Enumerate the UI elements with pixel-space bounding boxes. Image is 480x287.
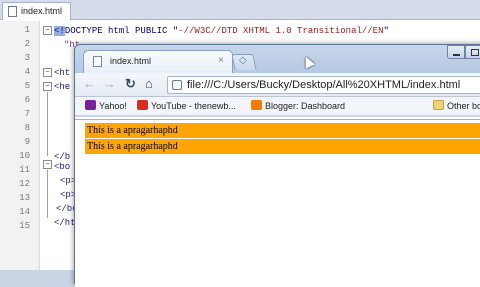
reload-icon[interactable]: ↻ [125, 77, 136, 91]
code-line-doctype[interactable]: <!DOCTYPE html PUBLIC "-//W3C//DTD XHTML… [54, 26, 389, 36]
page-icon [93, 56, 102, 67]
tab-index-html[interactable]: index.html × [83, 50, 233, 73]
new-tab-icon: ◇ [239, 55, 247, 66]
fold-toggle-icon[interactable]: − [43, 82, 52, 91]
code-token: DOCTYPE html PUBLIC " [64, 26, 179, 36]
browser-window: index.html × ◇ ← → ↻ ⌂ file:///C:/Users/… [74, 44, 480, 287]
code-line[interactable]: <ht [54, 68, 70, 78]
line-number: 14 [19, 207, 30, 217]
line-number: 3 [24, 53, 30, 63]
maximize-button[interactable] [465, 45, 480, 59]
line-number: 10 [19, 151, 30, 161]
bookmarks-bar: Yahoo! YouTube - thenewb... Blogger: Das… [75, 97, 480, 116]
line-number: 9 [24, 137, 30, 147]
code-line[interactable]: <bo [54, 162, 70, 172]
blogger-icon [251, 100, 262, 110]
line-number: 7 [24, 109, 30, 119]
bookmark-label: Blogger: Dashboard [265, 101, 346, 111]
editor-tab-label: index.html [21, 6, 63, 16]
bookmark-label: Yahoo! [99, 101, 127, 111]
file-icon [8, 6, 17, 17]
tab-title: index.html [110, 56, 152, 66]
line-number: 8 [24, 123, 30, 133]
line-number: 1 [24, 25, 30, 35]
back-arrow-icon[interactable]: ← [83, 77, 96, 91]
yahoo-icon [85, 100, 96, 110]
fold-guide [47, 170, 48, 218]
address-bar[interactable]: file:///C:/Users/Bucky/Desktop/All%20XHT… [167, 76, 480, 94]
line-number: 6 [24, 95, 30, 105]
code-token: -//W3C//DTD XHTML 1.0 Transitional//EN [178, 26, 384, 36]
paragraph: This is a apragarhaphd [85, 139, 480, 154]
youtube-icon [137, 100, 148, 110]
line-number: 11 [19, 165, 30, 175]
folder-icon [433, 100, 444, 110]
page-info-icon[interactable] [172, 80, 182, 90]
bookmark-blogger[interactable]: Blogger: Dashboard [251, 100, 345, 111]
code-token: " [383, 26, 389, 36]
address-text[interactable]: file:///C:/Users/Bucky/Desktop/All%20XHT… [187, 79, 460, 91]
line-number: 5 [24, 81, 30, 91]
line-number: 13 [19, 193, 30, 203]
minimize-button[interactable] [447, 45, 465, 59]
line-number: 2 [24, 39, 30, 49]
tab-strip: index.html × ◇ [75, 45, 480, 73]
navigation-toolbar: ← → ↻ ⌂ file:///C:/Users/Bucky/Desktop/A… [75, 73, 480, 97]
bookmark-youtube[interactable]: YouTube - thenewb... [137, 100, 236, 111]
code-line[interactable]: </ht [54, 218, 76, 228]
fold-toggle-icon[interactable]: − [43, 160, 52, 169]
line-number: 4 [24, 67, 30, 77]
code-line[interactable]: </b [54, 152, 70, 162]
fold-toggle-icon[interactable]: − [43, 68, 52, 77]
page-border [75, 119, 480, 120]
editor-tab[interactable]: index.html [2, 2, 72, 20]
code-line[interactable]: <he [54, 82, 70, 92]
line-number: 15 [19, 221, 30, 231]
line-number: 12 [19, 179, 30, 189]
code-token: <! [54, 26, 65, 36]
bookmark-label: Other bo [447, 101, 480, 111]
editor-tab-bar: index.html [0, 0, 480, 20]
home-icon[interactable]: ⌂ [145, 77, 153, 91]
close-icon[interactable]: × [218, 55, 224, 66]
forward-arrow-icon[interactable]: → [103, 77, 116, 91]
other-bookmarks[interactable]: Other bo [433, 100, 480, 111]
bookmark-yahoo[interactable]: Yahoo! [85, 100, 127, 111]
page-viewport: This is a apragarhaphd This is a apragar… [75, 117, 480, 287]
paragraph: This is a apragarhaphd [85, 123, 480, 138]
fold-toggle-icon[interactable]: − [43, 26, 52, 35]
bookmark-label: YouTube - thenewb... [151, 101, 236, 111]
fold-guide [47, 92, 48, 156]
line-number-gutter: 1 2 3 4 5 6 7 8 9 10 11 12 13 14 15 [0, 21, 40, 270]
